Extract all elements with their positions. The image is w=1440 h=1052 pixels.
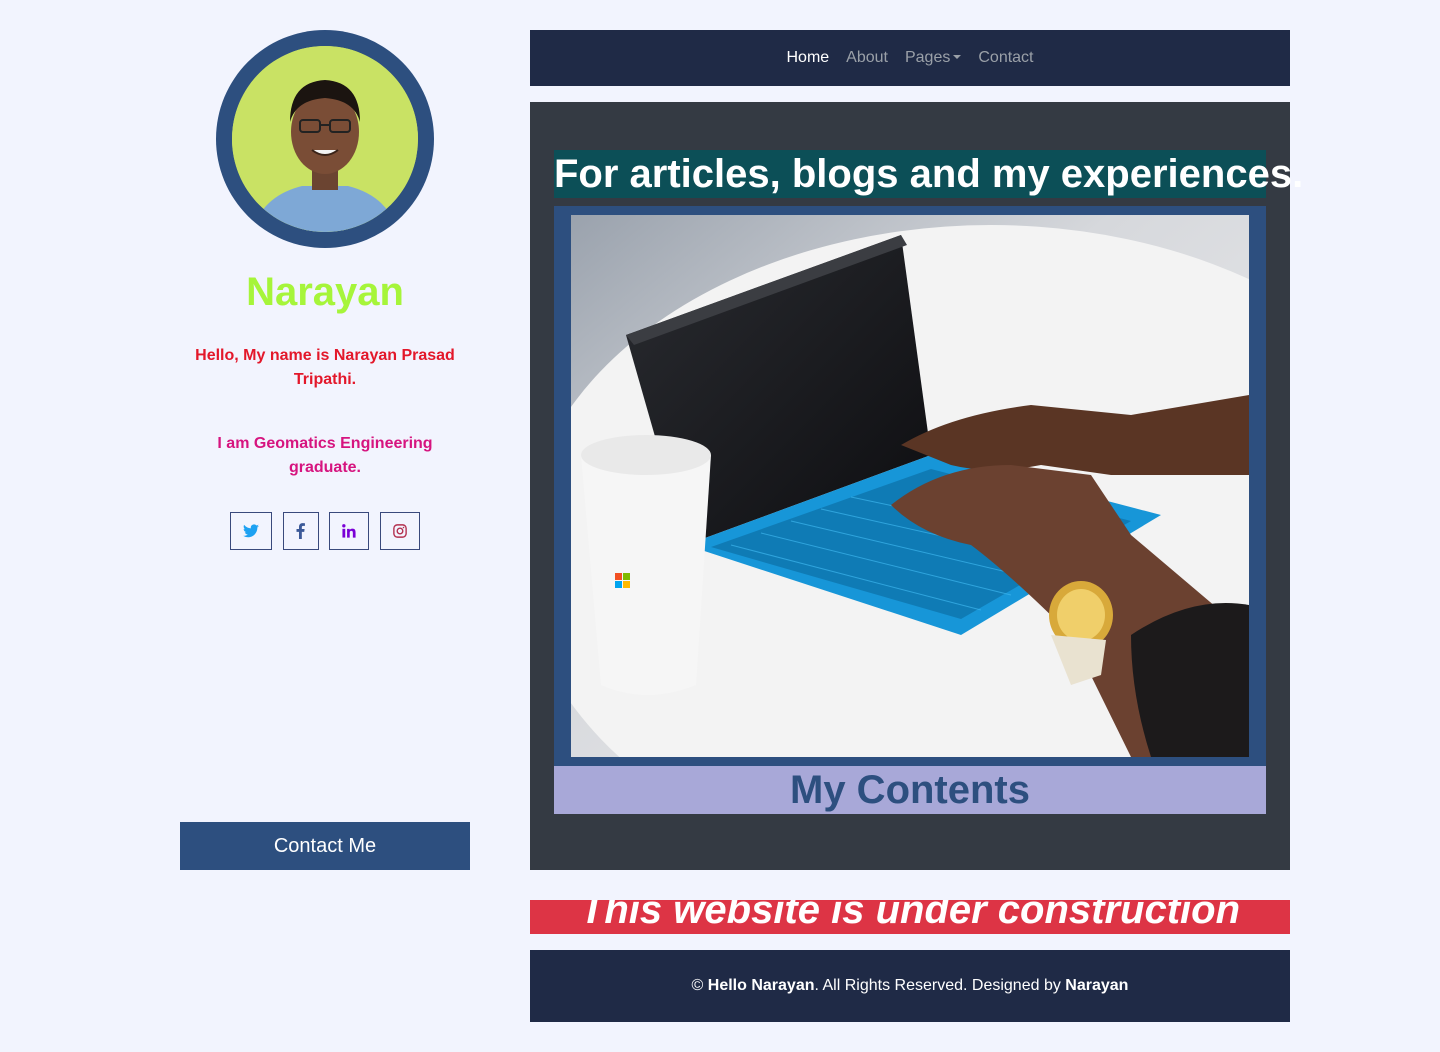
hero-image [571,215,1249,757]
top-navbar: Home About Pages Contact [530,30,1290,86]
nav-about[interactable]: About [846,49,888,67]
nav-pages-dropdown[interactable]: Pages [904,49,962,67]
profile-intro: Hello, My name is Narayan Prasad Tripath… [195,347,455,388]
nav-pages-label: Pages [904,49,951,66]
avatar [232,46,418,232]
footer-rights-text: . All Rights Reserved. Designed by [814,977,1061,994]
laptop-typing-illustration [571,215,1249,757]
copyright-symbol: © [691,977,704,994]
main-panel: For articles, blogs and my experiences. [530,102,1304,870]
profile-name: Narayan [246,270,404,314]
nav-contact[interactable]: Contact [978,49,1033,67]
main-headline: For articles, blogs and my experiences. [554,150,1304,198]
nav-home[interactable]: Home [786,49,829,67]
footer-site-name: Hello Narayan [707,977,815,994]
construction-banner: This website is under construction [530,900,1290,934]
facebook-button[interactable] [282,512,319,550]
avatar-photo [232,46,418,232]
linkedin-icon [342,524,356,538]
avatar-ring [216,30,434,248]
footer-designer: Narayan [1065,977,1129,994]
instagram-icon [393,524,407,538]
construction-banner-text: This website is under construction [579,900,1241,932]
site-footer: © Hello Narayan. All Rights Reserved. De… [530,950,1290,1022]
hero-image-frame [554,206,1266,766]
twitter-button[interactable] [230,512,272,550]
profile-education: I am Geomatics Engineering graduate. [217,435,433,476]
profile-sidebar: Narayan Hello, My name is Narayan Prasad… [150,0,500,900]
social-links [230,512,420,550]
instagram-button[interactable] [379,512,420,550]
facebook-icon [296,523,306,539]
my-contents-heading: My Contents [554,766,1266,814]
contact-me-button[interactable]: Contact Me [180,822,470,870]
linkedin-button[interactable] [329,512,370,550]
twitter-icon [243,524,259,538]
caret-down-icon [953,55,962,59]
